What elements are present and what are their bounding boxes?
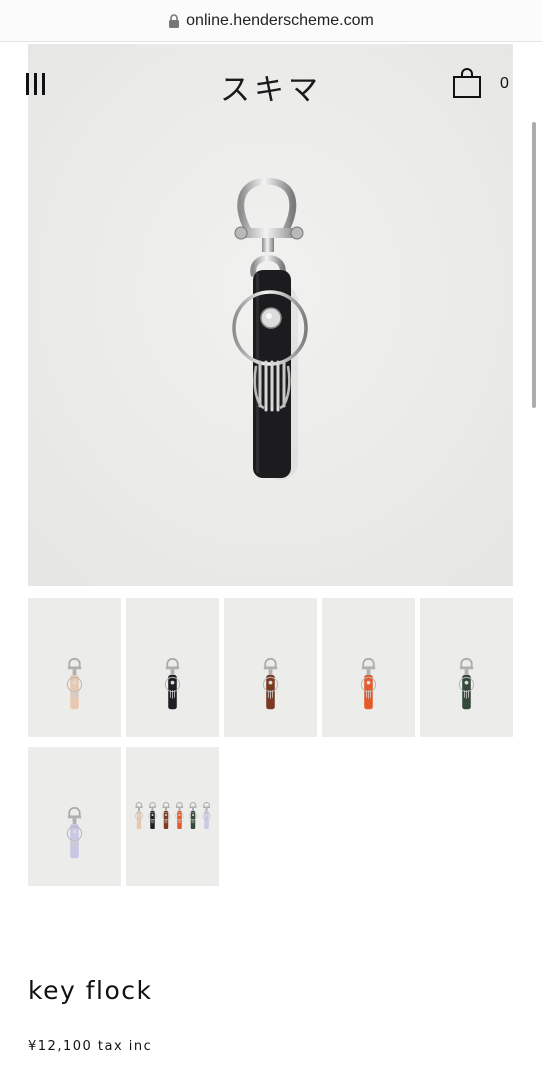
key-holder-thumbnail-image <box>262 658 279 710</box>
key-holder-thumbnail-image <box>66 658 83 710</box>
key-holder-thumbnail-image <box>66 807 83 859</box>
thumb-lavender[interactable] <box>28 747 121 886</box>
key-holder-thumbnail-image <box>135 802 211 829</box>
hamburger-menu-icon[interactable] <box>26 73 48 97</box>
thumb-black[interactable] <box>126 598 219 737</box>
lock-icon <box>168 13 180 28</box>
thumb-orange[interactable] <box>322 598 415 737</box>
thumb-brown[interactable] <box>224 598 317 737</box>
thumb-natural[interactable] <box>28 598 121 737</box>
product-title: key flock <box>28 976 153 1005</box>
key-holder-thumbnail-image <box>458 658 475 710</box>
site-header: スキマ 0 <box>0 43 542 125</box>
key-holder-black-image <box>28 44 513 586</box>
key-holder-thumbnail-image <box>360 658 377 710</box>
site-logo[interactable]: スキマ <box>196 65 346 109</box>
browser-url-bar[interactable]: online.henderscheme.com <box>0 0 542 42</box>
url-text[interactable]: online.henderscheme.com <box>186 12 374 30</box>
thumb-all-colors[interactable] <box>126 747 219 886</box>
key-holder-thumbnail-image <box>164 658 181 710</box>
thumb-green[interactable] <box>420 598 513 737</box>
shopping-bag-icon[interactable] <box>452 67 482 99</box>
product-price: ¥12,100 tax inc <box>28 1039 153 1054</box>
page-scrollbar[interactable] <box>532 122 536 408</box>
cart-count: 0 <box>500 75 509 92</box>
product-main-image[interactable] <box>28 44 513 586</box>
